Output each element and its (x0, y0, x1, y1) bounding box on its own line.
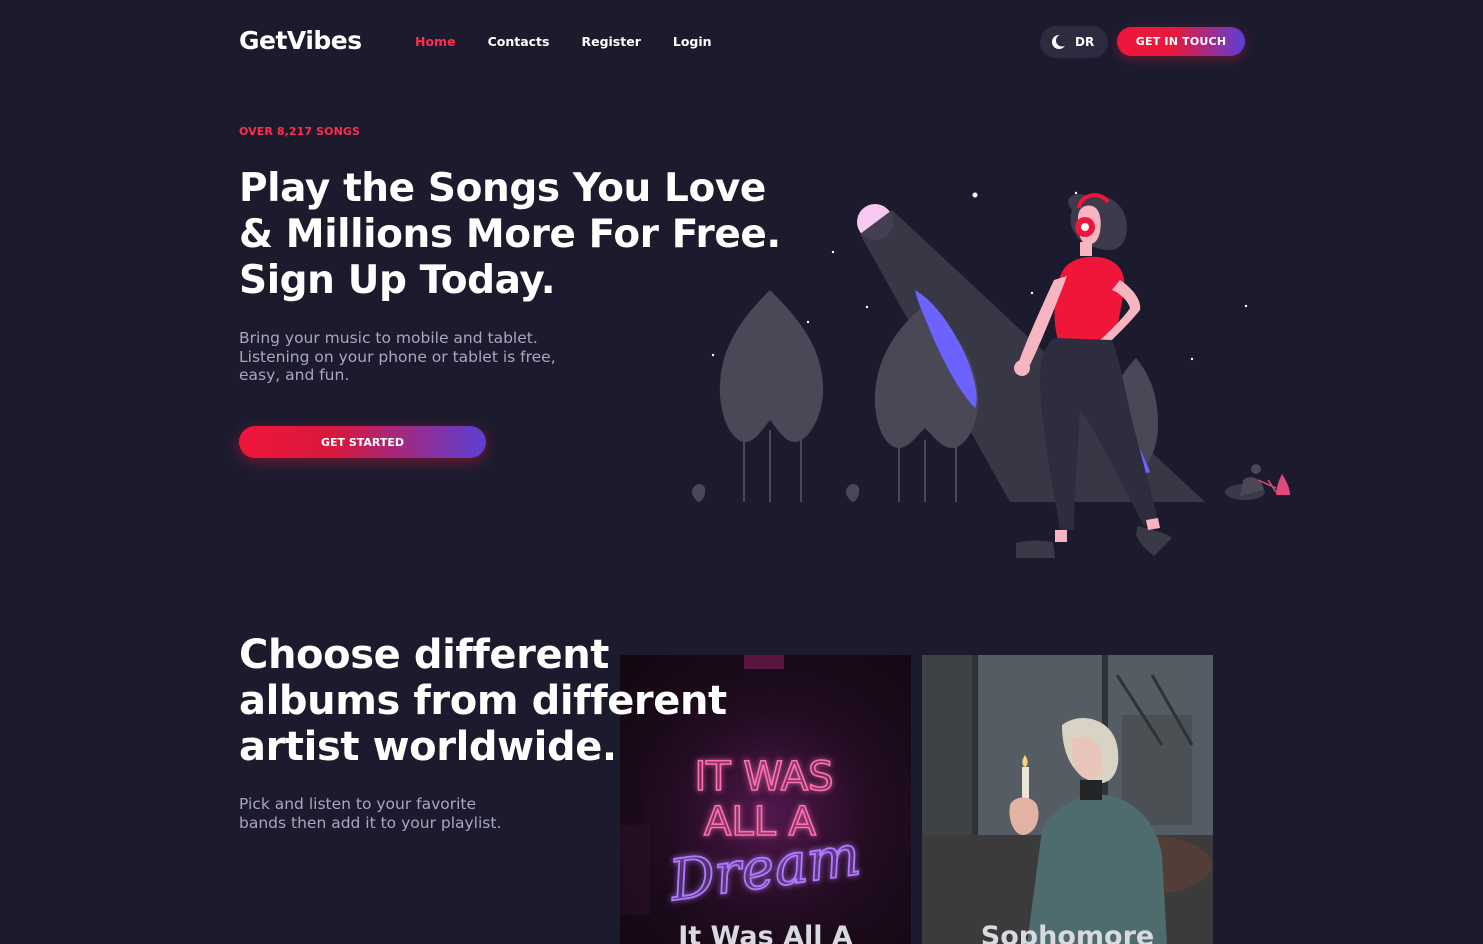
logo[interactable]: GetVibes (239, 26, 362, 55)
albums-title-line: artist worldwide. (239, 724, 617, 770)
get-started-button[interactable]: GET STARTED (239, 426, 486, 458)
albums-subtitle-line: bands then add it to your playlist. (239, 813, 502, 832)
songs-count-eyebrow: OVER 8,217 SONGS (239, 125, 361, 138)
albums-title-line: albums from different (239, 678, 727, 724)
album-title: Sophomore (980, 921, 1155, 944)
small-figure (1225, 464, 1290, 500)
albums-title-line: Choose different (239, 632, 609, 678)
nav-menu: Home Contacts Register Login (415, 34, 744, 49)
albums-section-subtitle: Pick and listen to your favorite bands t… (239, 795, 559, 832)
get-in-touch-button[interactable]: GET IN TOUCH (1117, 27, 1245, 56)
moon-icon (1049, 32, 1069, 52)
hero-subtitle: Bring your music to mobile and tablet. L… (239, 329, 599, 385)
theme-toggle[interactable]: DR (1040, 26, 1108, 58)
nav-link-register[interactable]: Register (581, 34, 640, 49)
hero-subtitle-line: Bring your music to mobile and tablet. (239, 329, 538, 347)
nav-link-home[interactable]: Home (415, 34, 456, 49)
albums-subtitle-line: Pick and listen to your favorite (239, 795, 477, 813)
top-navigation: GetVibes Home Contacts Register Login DR… (0, 0, 1483, 82)
plant-middle (845, 484, 860, 502)
album-cover-photo (922, 655, 1213, 944)
hero-subtitle-line: Listening on your phone or tablet is fre… (239, 347, 556, 366)
plant-left (691, 484, 706, 502)
nav-link-login[interactable]: Login (673, 34, 712, 49)
hero-subtitle-line: easy, and fun. (239, 366, 350, 384)
album-card[interactable]: Sophomore (922, 655, 1213, 944)
hero-illustration (691, 191, 1290, 558)
albums-section-title: Choose different albums from different a… (239, 632, 799, 770)
nav-link-contacts[interactable]: Contacts (488, 34, 550, 49)
album-title: It Was All A (678, 921, 853, 944)
theme-toggle-label: DR (1075, 35, 1095, 49)
